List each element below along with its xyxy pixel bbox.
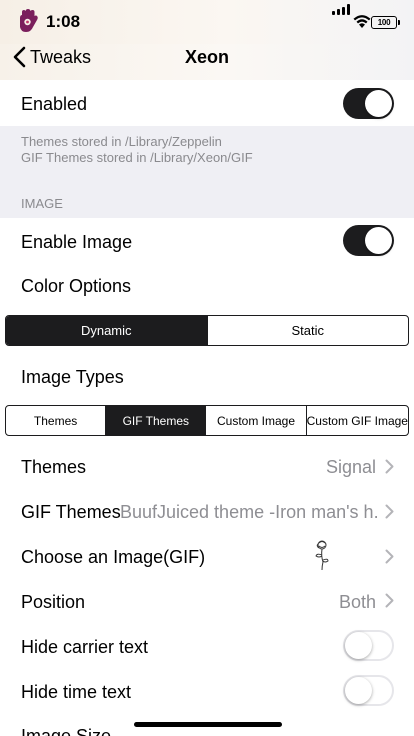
image-types-label: Image Types — [21, 367, 124, 387]
hide-time-toggle[interactable] — [343, 675, 394, 706]
hide-time-row: Hide time text — [0, 669, 414, 714]
status-bar: 1:08 100 — [0, 0, 414, 44]
gif-themes-value: BuufJuiced theme -Iron man's h... — [120, 502, 378, 522]
battery-icon: 100 — [371, 16, 400, 29]
segment-static[interactable]: Static — [208, 316, 409, 345]
segment-custom-gif-image[interactable]: Custom GIF Image — [307, 406, 408, 435]
status-time: 1:08 — [46, 12, 81, 31]
themes-row[interactable]: Themes Signal — [0, 444, 414, 489]
enable-image-label: Enable Image — [21, 232, 133, 252]
section-header-image: IMAGE — [21, 196, 63, 211]
color-options-segmented-control: Dynamic Static — [5, 315, 409, 346]
info-line-gif-themes: GIF Themes stored in /Library/Xeon/GIF — [21, 150, 253, 165]
hide-carrier-toggle[interactable] — [343, 630, 394, 661]
enable-image-toggle[interactable] — [343, 225, 394, 256]
segment-custom-image[interactable]: Custom Image — [206, 406, 307, 435]
choose-image-label: Choose an Image(GIF) — [21, 547, 206, 567]
enabled-row: Enabled — [0, 80, 414, 126]
themes-label: Themes — [21, 457, 87, 477]
color-options-row: Color Options — [0, 264, 414, 310]
page-title: Xeon — [184, 47, 229, 67]
chevron-right-icon — [385, 459, 394, 474]
position-row[interactable]: Position Both — [0, 579, 414, 624]
toggle-knob — [365, 227, 392, 254]
enable-image-row: Enable Image — [0, 218, 414, 264]
toggle-knob — [365, 90, 392, 117]
home-indicator — [134, 722, 282, 727]
chevron-right-icon — [385, 504, 394, 519]
themes-value: Signal — [325, 457, 376, 477]
image-size-label: Image Size — [21, 726, 112, 736]
gif-themes-label: GIF Themes — [21, 502, 121, 522]
hide-carrier-row: Hide carrier text — [0, 624, 414, 669]
enabled-label: Enabled — [21, 94, 88, 114]
image-types-segmented-control: Themes GIF Themes Custom Image Custom GI… — [5, 405, 409, 436]
position-label: Position — [21, 592, 86, 612]
color-options-label: Color Options — [21, 276, 132, 296]
image-types-row: Image Types — [0, 354, 414, 400]
chevron-right-icon — [385, 549, 394, 564]
gif-themes-row[interactable]: GIF Themes BuufJuiced theme -Iron man's … — [0, 489, 414, 534]
wifi-icon — [353, 15, 371, 28]
enabled-toggle[interactable] — [343, 88, 394, 119]
segment-gif-themes[interactable]: GIF Themes — [106, 406, 207, 435]
hide-carrier-label: Hide carrier text — [21, 637, 149, 657]
info-line-themes: Themes stored in /Library/Zeppelin — [21, 134, 222, 149]
flower-sketch-icon — [315, 540, 329, 571]
segment-dynamic[interactable]: Dynamic — [6, 316, 208, 345]
cellular-signal-icon — [332, 4, 350, 15]
chevron-right-icon — [385, 593, 394, 608]
hand-icon — [20, 9, 38, 32]
toggle-knob — [345, 632, 372, 659]
hide-time-label: Hide time text — [21, 682, 132, 702]
segment-themes[interactable]: Themes — [6, 406, 107, 435]
position-value: Both — [338, 592, 376, 612]
toggle-knob — [345, 677, 372, 704]
choose-image-row[interactable]: Choose an Image(GIF) — [0, 534, 414, 579]
